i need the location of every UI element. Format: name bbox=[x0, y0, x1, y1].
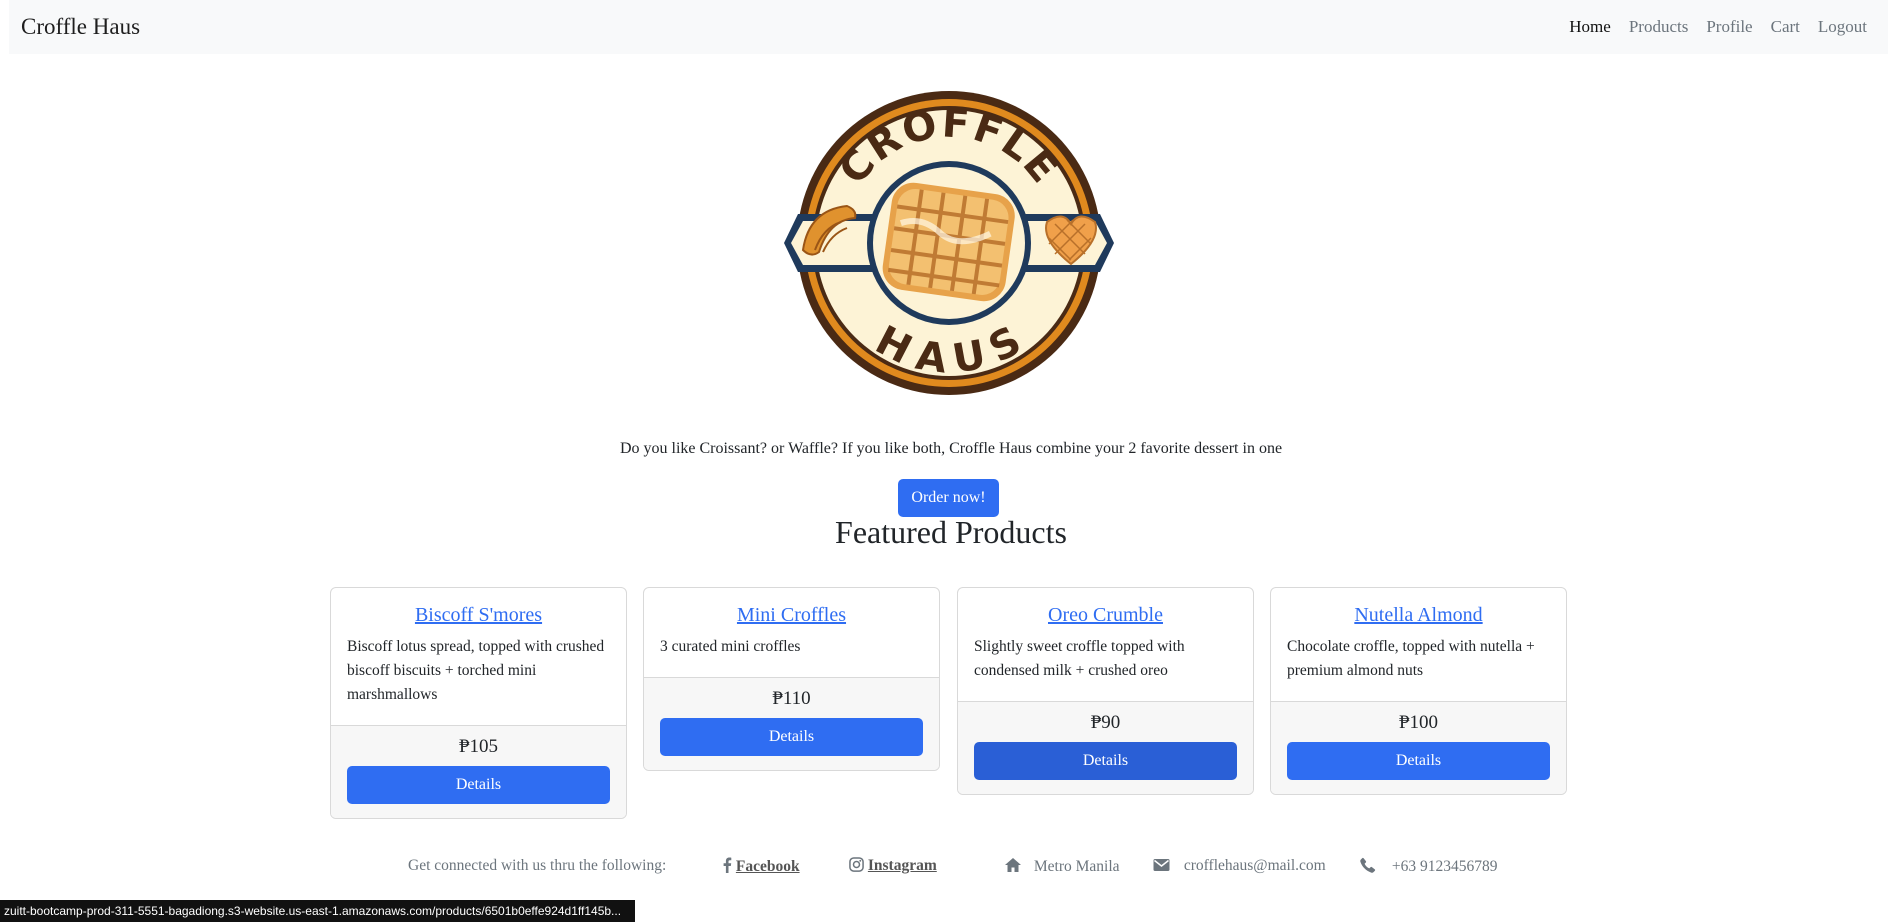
facebook-icon bbox=[723, 857, 732, 873]
product-card-mini-croffles: Mini Croffles 3 curated mini croffles ₱1… bbox=[643, 587, 940, 771]
phone-text: +63 9123456789 bbox=[1391, 858, 1498, 875]
details-button[interactable]: Details bbox=[974, 742, 1237, 780]
product-title-link[interactable]: Nutella Almond bbox=[1287, 604, 1550, 627]
product-price: ₱90 bbox=[1090, 712, 1121, 733]
product-price: ₱110 bbox=[772, 688, 811, 709]
phone-icon bbox=[1360, 857, 1376, 873]
product-description: Slightly sweet croffle topped with conde… bbox=[974, 638, 1185, 679]
brand-link[interactable]: Croffle Haus bbox=[21, 14, 140, 40]
product-description: Chocolate croffle, topped with nutella +… bbox=[1287, 638, 1535, 679]
details-button[interactable]: Details bbox=[1287, 742, 1550, 780]
details-button[interactable]: Details bbox=[660, 718, 923, 756]
details-button[interactable]: Details bbox=[347, 766, 610, 804]
email-item: crofflehaus@mail.com bbox=[1153, 857, 1326, 875]
order-now-button[interactable]: Order now! bbox=[898, 479, 999, 517]
product-title-link[interactable]: Biscoff S'mores bbox=[347, 604, 610, 627]
featured-products-title: Featured Products bbox=[835, 514, 1067, 550]
instagram-icon bbox=[849, 857, 864, 872]
product-description: 3 curated mini croffles bbox=[660, 638, 801, 655]
product-card-oreo-crumble: Oreo Crumble Slightly sweet croffle topp… bbox=[957, 587, 1254, 795]
product-title-link[interactable]: Mini Croffles bbox=[660, 604, 923, 627]
product-card-biscoff-smores: Biscoff S'mores Biscoff lotus spread, to… bbox=[330, 587, 627, 819]
location-text: Metro Manila bbox=[1033, 858, 1120, 875]
croffle-haus-logo: CROFFLE HAUS bbox=[784, 91, 1114, 395]
phone-item: +63 9123456789 bbox=[1360, 857, 1498, 876]
nav-link-profile[interactable]: Profile bbox=[1697, 17, 1761, 37]
product-title-link[interactable]: Oreo Crumble bbox=[974, 604, 1237, 627]
hero-description: Do you like Croissant? or Waffle? If you… bbox=[619, 440, 1283, 457]
location-item: Metro Manila bbox=[1004, 857, 1120, 876]
email-text: crofflehaus@mail.com bbox=[1183, 857, 1326, 874]
envelope-icon bbox=[1153, 859, 1170, 871]
instagram-link[interactable]: Instagram bbox=[868, 857, 937, 874]
nav-links: Home Products Profile Cart Logout bbox=[1560, 17, 1876, 37]
connect-text: Get connected with us thru the following… bbox=[408, 857, 667, 874]
nav-link-home[interactable]: Home bbox=[1560, 17, 1620, 37]
nav-link-products[interactable]: Products bbox=[1620, 17, 1698, 37]
nav-link-cart[interactable]: Cart bbox=[1762, 17, 1809, 37]
facebook-link-wrap: Facebook bbox=[722, 857, 800, 876]
home-icon bbox=[1005, 858, 1021, 872]
instagram-link-wrap: Instagram bbox=[849, 857, 937, 875]
nav-link-logout[interactable]: Logout bbox=[1809, 17, 1876, 37]
navbar: Croffle Haus Home Products Profile Cart … bbox=[9, 0, 1888, 54]
waffle-image bbox=[882, 182, 1015, 302]
product-price: ₱100 bbox=[1398, 712, 1439, 733]
browser-status-url: zuitt-bootcamp-prod-311-5551-bagadiong.s… bbox=[0, 900, 635, 922]
facebook-link[interactable]: Facebook bbox=[736, 858, 800, 875]
footer: Get connected with us thru the following… bbox=[0, 857, 1902, 879]
product-card-nutella-almond: Nutella Almond Chocolate croffle, topped… bbox=[1270, 587, 1567, 795]
product-description: Biscoff lotus spread, topped with crushe… bbox=[347, 638, 605, 703]
product-price: ₱105 bbox=[458, 736, 499, 757]
